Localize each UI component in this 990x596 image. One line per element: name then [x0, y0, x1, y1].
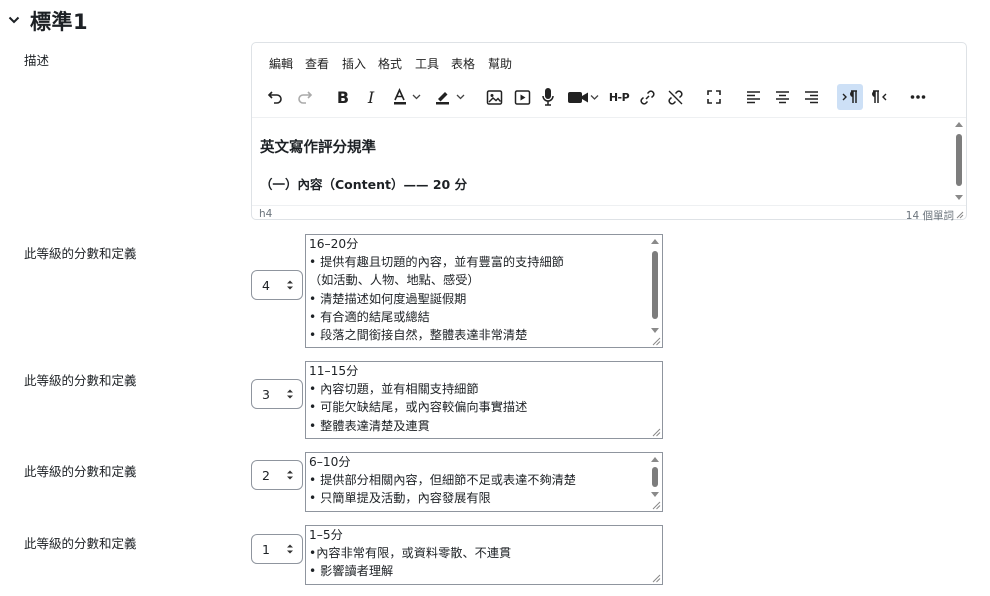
menu-table[interactable]: 表格 — [451, 55, 475, 72]
score-value: 3 — [262, 387, 270, 402]
definition-line: 11–15分 — [309, 364, 359, 378]
italic-icon[interactable]: I — [362, 84, 380, 110]
element-path[interactable]: h4 — [259, 208, 272, 220]
definition-line: 1–5分 — [309, 528, 343, 542]
definition-line: •內容非常有限，或資料零散、不連貫 — [309, 546, 512, 561]
resize-handle-icon[interactable] — [956, 211, 964, 219]
align-center-icon[interactable] — [773, 84, 791, 110]
fullscreen-icon[interactable] — [704, 84, 724, 110]
textarea-scrollbar[interactable] — [650, 237, 660, 335]
score-select[interactable]: 3 — [251, 379, 303, 409]
definition-textarea[interactable]: 16–20分 • 提供有趣且切題的內容，並有豐富的支持細節 （如活動、人物、地點… — [305, 234, 663, 348]
editor-statusbar: h4 14 個單詞 — [252, 205, 966, 223]
h5p-icon[interactable]: H-P — [608, 84, 630, 110]
select-caret-icon — [287, 280, 293, 290]
redo-icon[interactable] — [295, 84, 315, 110]
score-value: 2 — [262, 468, 270, 483]
level-label: 此等級的分數和定義 — [24, 464, 137, 479]
score-select[interactable]: 4 — [251, 270, 303, 300]
score-select[interactable]: 2 — [251, 460, 303, 490]
definition-line: • 清楚描述如何度過聖誕假期 — [309, 291, 467, 306]
editor-scrollbar[interactable] — [954, 120, 964, 202]
rtl-direction-icon[interactable] — [868, 84, 890, 110]
align-left-icon[interactable] — [744, 84, 762, 110]
ltr-direction-icon[interactable] — [837, 84, 863, 110]
menu-format[interactable]: 格式 — [378, 55, 402, 72]
select-caret-icon — [287, 544, 293, 554]
resize-handle-icon[interactable] — [652, 574, 661, 583]
level-label: 此等級的分數和定義 — [24, 536, 137, 551]
menu-help[interactable]: 幫助 — [488, 55, 512, 72]
word-count[interactable]: 14 個單詞 — [906, 208, 954, 223]
score-select[interactable]: 1 — [251, 534, 303, 564]
definition-line: （如活動、人物、地點、感受） — [309, 273, 480, 288]
select-caret-icon — [287, 470, 293, 480]
menu-tools[interactable]: 工具 — [415, 55, 439, 72]
menu-insert[interactable]: 插入 — [342, 55, 366, 72]
definition-line: • 可能欠缺結尾，或內容較偏向事實描述 — [309, 400, 528, 415]
editor-menubar: 編輯 查看 插入 格式 工具 表格 幫助 — [252, 43, 966, 79]
definition-line: • 提供有趣且切題的內容，並有豐富的支持細節 — [309, 255, 564, 270]
unlink-icon[interactable] — [665, 84, 685, 110]
link-icon[interactable] — [637, 84, 657, 110]
image-icon[interactable] — [484, 84, 504, 110]
undo-icon[interactable] — [265, 84, 285, 110]
align-right-icon[interactable] — [802, 84, 820, 110]
level-label: 此等級的分數和定義 — [24, 246, 137, 261]
definition-line: • 只簡單提及活動，內容發展有限 — [309, 491, 491, 506]
collapse-chevron-icon[interactable] — [8, 11, 20, 24]
resize-handle-icon[interactable] — [652, 428, 661, 437]
level-label: 此等級的分數和定義 — [24, 373, 137, 388]
editor-heading: 英文寫作評分規準 — [260, 140, 376, 156]
definition-textarea[interactable]: 1–5分 •內容非常有限，或資料零散、不連貫 • 影響讀者理解 — [305, 525, 663, 585]
definition-textarea[interactable]: 6–10分 • 提供部分相關內容，但細節不足或表達不夠清楚 • 只簡單提及活動，… — [305, 452, 663, 512]
select-caret-icon — [287, 389, 293, 399]
resize-handle-icon[interactable] — [652, 337, 661, 346]
textarea-scrollbar[interactable] — [650, 455, 660, 499]
score-value: 4 — [262, 278, 270, 293]
menu-view[interactable]: 查看 — [305, 55, 329, 72]
highlight-color-icon[interactable] — [433, 84, 469, 110]
definition-line: • 影響讀者理解 — [309, 564, 394, 579]
definition-line: 16–20分 — [309, 237, 359, 251]
resize-handle-icon[interactable] — [652, 501, 661, 510]
definition-line: • 內容切題，並有相關支持細節 — [309, 382, 479, 397]
more-options-icon[interactable] — [907, 84, 929, 110]
definition-line: 6–10分 — [309, 455, 351, 469]
editor-content-area[interactable]: 英文寫作評分規準 （一）內容（Content）—— 20 分 — [252, 117, 966, 206]
description-label: 描述 — [24, 53, 50, 68]
menu-edit[interactable]: 編輯 — [269, 55, 293, 72]
definition-line: • 提供部分相關內容，但細節不足或表達不夠清楚 — [309, 473, 576, 488]
score-value: 1 — [262, 542, 270, 557]
video-camera-icon[interactable] — [566, 84, 602, 110]
rich-text-editor: 編輯 查看 插入 格式 工具 表格 幫助 B I H-P 英文寫作評分規準 （一… — [251, 42, 967, 223]
editor-subheading: （一）內容（Content）—— 20 分 — [260, 177, 468, 192]
bold-icon[interactable]: B — [334, 84, 352, 110]
microphone-icon[interactable] — [539, 84, 557, 110]
editor-toolbar: B I H-P — [252, 81, 966, 115]
section-title: 標準1 — [30, 10, 89, 34]
definition-line: • 有合適的結尾或總結 — [309, 309, 430, 324]
media-icon[interactable] — [512, 84, 532, 110]
text-color-icon[interactable] — [391, 84, 425, 110]
definition-textarea[interactable]: 11–15分 • 內容切題，並有相關支持細節 • 可能欠缺結尾，或內容較偏向事實… — [305, 361, 663, 439]
definition-line: • 段落之間銜接自然，整體表達非常清楚 — [309, 328, 528, 343]
definition-line: • 整體表達清楚及連貫 — [309, 418, 430, 433]
